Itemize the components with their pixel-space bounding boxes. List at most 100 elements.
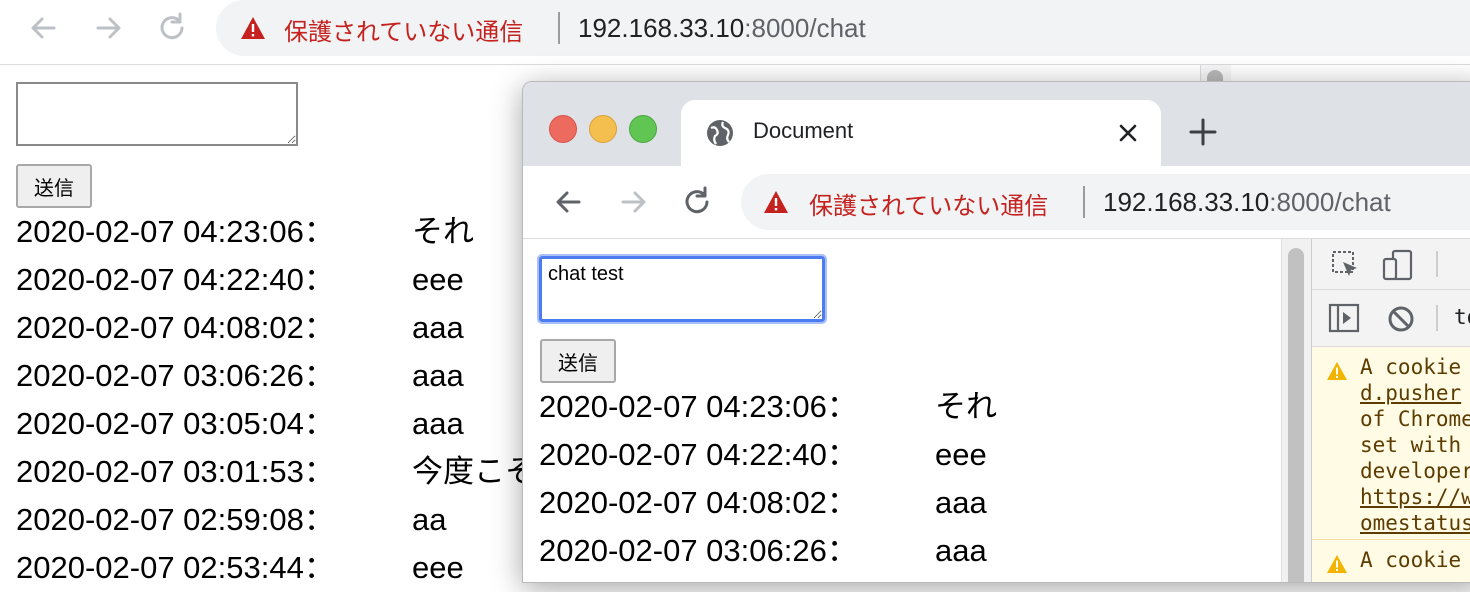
message-timestamp: 2020-02-07 04:22:40： [16, 262, 335, 297]
send-button[interactable]: 送信 [16, 164, 92, 208]
background-browser-toolbar: 保護されていない通信 192.168.33.10:8000/chat [0, 0, 1470, 65]
warning-line: of Chrome [1360, 407, 1470, 431]
message-item: 2020-02-07 02:59:08： aa [16, 496, 536, 544]
front-page-content: 送信 2020-02-07 04:23:06： それ 2020-02-07 04:… [523, 239, 1281, 582]
tab-title: Document [753, 118, 854, 143]
message-timestamp: 2020-02-07 03:06:26： [539, 533, 858, 568]
back-button[interactable] [24, 8, 64, 48]
warning-link[interactable]: d.pusher [1360, 381, 1461, 405]
console-context-selector[interactable]: to [1454, 305, 1470, 329]
message-timestamp: 2020-02-07 03:01:53： [16, 454, 335, 489]
url-path: :8000/chat [744, 13, 866, 43]
message-list: 2020-02-07 04:23:06： それ 2020-02-07 04:22:… [16, 208, 536, 592]
message-timestamp: 2020-02-07 04:23:06： [539, 389, 858, 424]
url-text: 192.168.33.10:8000/chat [1103, 187, 1391, 218]
maximize-window-button[interactable] [629, 115, 657, 143]
reload-icon[interactable] [677, 182, 717, 222]
inspect-element-icon[interactable] [1330, 249, 1360, 279]
message-item: 2020-02-07 04:23:06： それ [539, 383, 997, 431]
message-text: aaa [412, 406, 464, 441]
plus-icon[interactable] [1187, 116, 1219, 148]
message-item: 2020-02-07 03:06:26： aaa [16, 352, 536, 400]
console-warning-message: A cookie [1312, 540, 1470, 582]
warning-line: set with [1360, 433, 1462, 457]
forward-button[interactable] [88, 8, 128, 48]
message-text: それ [412, 214, 474, 249]
message-text: aaa [935, 485, 987, 520]
message-item: 2020-02-07 02:53:44： eee [16, 544, 536, 592]
warning-triangle-icon [764, 191, 788, 213]
message-timestamp: 2020-02-07 03:06:26： [16, 358, 335, 393]
message-item: 2020-02-07 04:22:40： eee [16, 256, 536, 304]
warning-line: developer [1360, 459, 1470, 483]
chat-input[interactable] [537, 254, 827, 324]
reload-button[interactable] [152, 8, 192, 48]
warning-line: A cookie [1360, 355, 1462, 379]
url-host: 192.168.33.10 [1103, 187, 1270, 217]
message-text: eee [412, 262, 464, 297]
message-text: それ [935, 389, 997, 424]
front-browser-window: Document 保護されていない通信 192.168.33.10:8000/c… [522, 81, 1470, 583]
minimize-window-button[interactable] [589, 115, 617, 143]
message-text: aaa [935, 533, 987, 568]
message-item: 2020-02-07 04:22:40： eee [539, 431, 997, 479]
address-bar[interactable]: 保護されていない通信 192.168.33.10:8000/chat [216, 0, 1470, 56]
warning-icon [1327, 362, 1347, 380]
message-timestamp: 2020-02-07 03:05:04： [16, 406, 335, 441]
url-path: :8000/chat [1269, 187, 1391, 217]
message-timestamp: 2020-02-07 04:08:02： [539, 485, 858, 520]
message-timestamp: 2020-02-07 04:22:40： [539, 437, 858, 472]
message-text: aaa [412, 310, 464, 345]
devtools-panel: to A cookie d.pusher of Chrome set with … [1311, 239, 1470, 582]
devtools-divider [1436, 251, 1438, 277]
warning-triangle-icon [241, 17, 265, 39]
tab-strip: Document [523, 82, 1470, 166]
message-timestamp: 2020-02-07 02:59:08： [16, 502, 335, 537]
device-toolbar-icon[interactable] [1382, 249, 1414, 281]
clear-console-icon[interactable] [1386, 304, 1416, 334]
warning-link[interactable]: https://w [1360, 485, 1470, 509]
message-item: 2020-02-07 04:23:06： それ [16, 208, 536, 256]
reload-icon [160, 12, 184, 40]
send-button[interactable]: 送信 [540, 339, 616, 383]
security-label: 保護されていない通信 [809, 192, 1049, 220]
chat-input[interactable] [16, 82, 298, 146]
devtools-toolbar [1312, 239, 1470, 290]
page-scrollbar-thumb[interactable] [1288, 248, 1304, 582]
close-icon[interactable] [1113, 118, 1143, 148]
arrow-right-icon [96, 17, 121, 39]
address-bar[interactable]: 保護されていない通信 192.168.33.10:8000/chat [741, 174, 1470, 230]
message-item: 2020-02-07 03:06:26： aaa [539, 527, 997, 575]
message-text: 今度こそ [412, 454, 536, 489]
console-toolbar: to [1312, 290, 1470, 347]
message-text: aaa [412, 358, 464, 393]
arrow-left-icon[interactable] [549, 182, 589, 222]
message-item: 2020-02-07 04:08:02： aaa [539, 479, 997, 527]
message-timestamp: 2020-02-07 04:23:06： [16, 214, 335, 249]
arrow-left-icon [31, 17, 56, 39]
message-timestamp: 2020-02-07 04:08:02： [16, 310, 335, 345]
message-list: 2020-02-07 04:23:06： それ 2020-02-07 04:22:… [539, 383, 997, 575]
show-sidebar-icon[interactable] [1328, 303, 1360, 333]
close-window-button[interactable] [549, 115, 577, 143]
message-text: aa [412, 502, 447, 537]
security-label: 保護されていない通信 [284, 18, 524, 46]
address-divider [1083, 186, 1085, 218]
arrow-right-icon[interactable] [613, 182, 653, 222]
message-text: eee [412, 550, 464, 585]
message-item: 2020-02-07 03:01:53： 今度こそ [16, 448, 536, 496]
warning-line: A cookie [1360, 548, 1462, 572]
globe-icon [707, 120, 733, 146]
url-host: 192.168.33.10 [578, 13, 745, 43]
front-browser-toolbar: 保護されていない通信 192.168.33.10:8000/chat [523, 166, 1470, 239]
address-divider [558, 12, 560, 44]
message-text: eee [935, 437, 987, 472]
message-item: 2020-02-07 04:08:02： aaa [16, 304, 536, 352]
console-warning-message: A cookie d.pusher of Chrome set with dev… [1312, 347, 1470, 540]
warning-icon [1327, 555, 1347, 573]
devtools-divider [1436, 305, 1438, 331]
message-timestamp: 2020-02-07 02:53:44： [16, 550, 335, 585]
url-text: 192.168.33.10:8000/chat [578, 13, 866, 44]
tab-document[interactable]: Document [681, 100, 1161, 166]
warning-link[interactable]: omestatus [1360, 511, 1470, 535]
